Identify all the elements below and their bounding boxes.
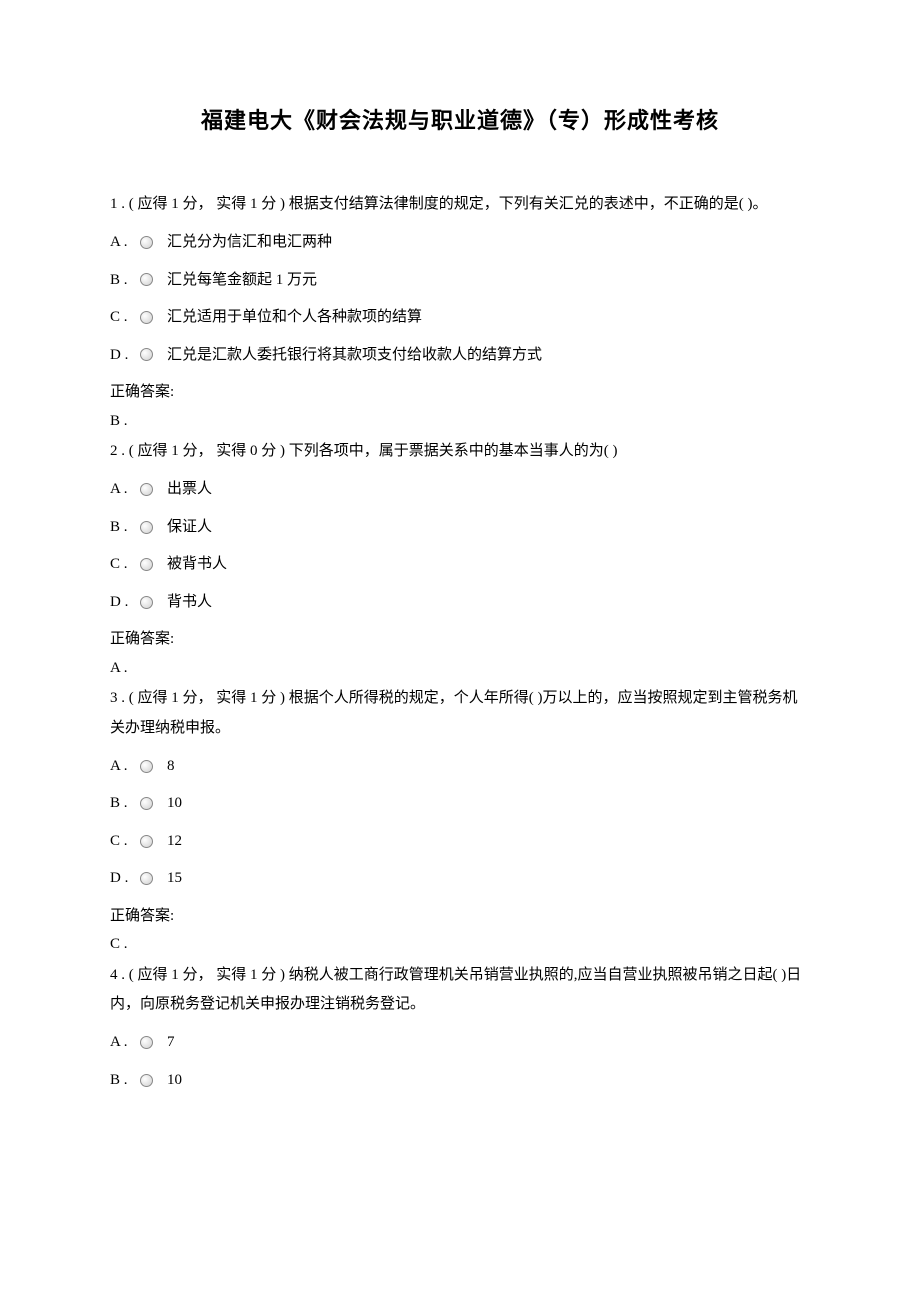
option-label: C . xyxy=(110,550,140,579)
option-label: D . xyxy=(110,864,140,893)
q4-option-b: B . 10 xyxy=(110,1066,810,1095)
radio-icon[interactable] xyxy=(140,236,153,249)
option-label: A . xyxy=(110,475,140,504)
question-1: 1 . ( 应得 1 分， 实得 1 分 ) 根据支付结算法律制度的规定，下列有… xyxy=(110,190,810,435)
option-label: A . xyxy=(110,228,140,257)
q2-answer-label: 正确答案: xyxy=(110,625,810,654)
option-label: A . xyxy=(110,752,140,781)
radio-icon[interactable] xyxy=(140,797,153,810)
q2-option-a: A . 出票人 xyxy=(110,475,810,504)
radio-icon[interactable] xyxy=(140,273,153,286)
q1-option-b: B . 汇兑每笔金额起 1 万元 xyxy=(110,266,810,295)
q4-score: ( 应得 1 分， 实得 1 分 ) xyxy=(129,967,285,983)
option-label: B . xyxy=(110,513,140,542)
q1-answer-label: 正确答案: xyxy=(110,378,810,407)
q4-num: 4 xyxy=(110,967,118,983)
q2-option-d: D . 背书人 xyxy=(110,588,810,617)
q1-option-c: C . 汇兑适用于单位和个人各种款项的结算 xyxy=(110,303,810,332)
q1-stem: 根据支付结算法律制度的规定，下列有关汇兑的表述中，不正确的是( )。 xyxy=(289,196,768,212)
question-2-text: 2 . ( 应得 1 分， 实得 0 分 ) 下列各项中，属于票据关系中的基本当… xyxy=(110,437,810,466)
radio-icon[interactable] xyxy=(140,311,153,324)
q3-option-d: D . 15 xyxy=(110,864,810,893)
q4-option-a: A . 7 xyxy=(110,1028,810,1057)
radio-icon[interactable] xyxy=(140,521,153,534)
option-text: 保证人 xyxy=(167,513,212,542)
radio-icon[interactable] xyxy=(140,596,153,609)
q2-option-c: C . 被背书人 xyxy=(110,550,810,579)
radio-icon[interactable] xyxy=(140,835,153,848)
q2-option-b: B . 保证人 xyxy=(110,513,810,542)
question-4-text: 4 . ( 应得 1 分， 实得 1 分 ) 纳税人被工商行政管理机关吊销营业执… xyxy=(110,961,810,1020)
option-text: 背书人 xyxy=(167,588,212,617)
q1-answer: B . xyxy=(110,407,810,436)
option-label: C . xyxy=(110,303,140,332)
q2-num: 2 xyxy=(110,443,118,459)
option-label: A . xyxy=(110,1028,140,1057)
option-label: B . xyxy=(110,789,140,818)
q2-score: ( 应得 1 分， 实得 0 分 ) xyxy=(129,443,285,459)
radio-icon[interactable] xyxy=(140,558,153,571)
option-text: 12 xyxy=(167,827,182,856)
option-text: 10 xyxy=(167,1066,182,1095)
q3-score: ( 应得 1 分， 实得 1 分 ) xyxy=(129,690,285,706)
radio-icon[interactable] xyxy=(140,1074,153,1087)
q2-answer: A . xyxy=(110,654,810,683)
option-text: 汇兑分为信汇和电汇两种 xyxy=(167,228,332,257)
option-text: 7 xyxy=(167,1028,175,1057)
question-2: 2 . ( 应得 1 分， 实得 0 分 ) 下列各项中，属于票据关系中的基本当… xyxy=(110,437,810,682)
option-text: 15 xyxy=(167,864,182,893)
q3-option-b: B . 10 xyxy=(110,789,810,818)
option-text: 汇兑适用于单位和个人各种款项的结算 xyxy=(167,303,422,332)
radio-icon[interactable] xyxy=(140,1036,153,1049)
option-text: 汇兑是汇款人委托银行将其款项支付给收款人的结算方式 xyxy=(167,341,542,370)
option-label: D . xyxy=(110,341,140,370)
q3-option-c: C . 12 xyxy=(110,827,810,856)
question-1-text: 1 . ( 应得 1 分， 实得 1 分 ) 根据支付结算法律制度的规定，下列有… xyxy=(110,190,810,219)
option-text: 10 xyxy=(167,789,182,818)
q3-answer-label: 正确答案: xyxy=(110,902,810,931)
option-text: 出票人 xyxy=(167,475,212,504)
radio-icon[interactable] xyxy=(140,760,153,773)
option-text: 8 xyxy=(167,752,175,781)
radio-icon[interactable] xyxy=(140,483,153,496)
option-text: 汇兑每笔金额起 1 万元 xyxy=(167,266,317,295)
q1-option-d: D . 汇兑是汇款人委托银行将其款项支付给收款人的结算方式 xyxy=(110,341,810,370)
radio-icon[interactable] xyxy=(140,872,153,885)
question-4: 4 . ( 应得 1 分， 实得 1 分 ) 纳税人被工商行政管理机关吊销营业执… xyxy=(110,961,810,1095)
q1-option-a: A . 汇兑分为信汇和电汇两种 xyxy=(110,228,810,257)
option-label: D . xyxy=(110,588,140,617)
q1-score: ( 应得 1 分， 实得 1 分 ) xyxy=(129,196,285,212)
option-label: B . xyxy=(110,1066,140,1095)
q3-num: 3 xyxy=(110,690,118,706)
q2-stem: 下列各项中，属于票据关系中的基本当事人的为( ) xyxy=(289,443,618,459)
q1-num: 1 xyxy=(110,196,118,212)
option-label: B . xyxy=(110,266,140,295)
option-text: 被背书人 xyxy=(167,550,227,579)
question-3: 3 . ( 应得 1 分， 实得 1 分 ) 根据个人所得税的规定，个人年所得(… xyxy=(110,684,810,959)
q3-answer: C . xyxy=(110,930,810,959)
question-3-text: 3 . ( 应得 1 分， 实得 1 分 ) 根据个人所得税的规定，个人年所得(… xyxy=(110,684,810,743)
radio-icon[interactable] xyxy=(140,348,153,361)
q3-option-a: A . 8 xyxy=(110,752,810,781)
page-title: 福建电大《财会法规与职业道德》（专）形成性考核 xyxy=(110,100,810,142)
option-label: C . xyxy=(110,827,140,856)
